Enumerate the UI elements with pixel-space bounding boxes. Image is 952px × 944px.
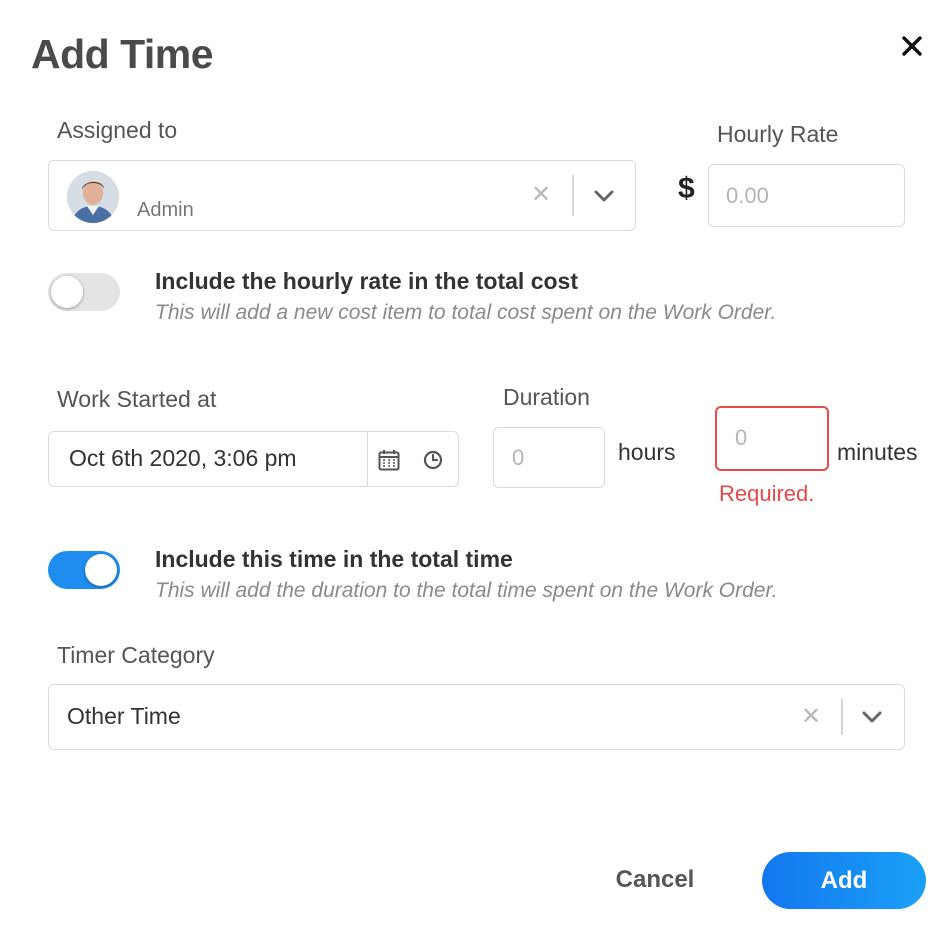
work-started-input[interactable]: Oct 6th 2020, 3:06 pm	[48, 431, 459, 487]
minutes-placeholder: 0	[735, 425, 748, 450]
avatar	[67, 171, 119, 223]
hours-input[interactable]: 0	[493, 427, 605, 488]
toggle-knob	[51, 276, 83, 308]
work-started-label: Work Started at	[57, 386, 217, 412]
include-time-toggle[interactable]	[48, 551, 120, 589]
toggle-knob	[85, 554, 117, 586]
minutes-unit: minutes	[837, 439, 918, 465]
clear-icon[interactable]: ✕	[801, 705, 821, 729]
chevron-down-icon[interactable]	[593, 189, 615, 203]
duration-label: Duration	[503, 384, 590, 410]
clock-icon[interactable]	[423, 450, 443, 470]
timer-category-value: Other Time	[67, 703, 181, 729]
assigned-to-select[interactable]: Admin ✕	[48, 160, 636, 231]
close-icon[interactable]	[896, 30, 928, 62]
include-rate-description: This will add a new cost item to total c…	[155, 301, 777, 324]
timer-category-label: Timer Category	[57, 642, 215, 668]
hourly-rate-placeholder: 0.00	[726, 183, 769, 208]
add-button[interactable]: Add	[762, 852, 926, 909]
dialog-title: Add Time	[31, 31, 214, 77]
add-time-dialog: Add Time Assigned to Admin ✕ Hourly Rate	[0, 0, 952, 944]
clear-icon[interactable]: ✕	[531, 183, 551, 207]
timer-category-select[interactable]: Other Time ✕	[48, 684, 905, 750]
assigned-value: Admin	[137, 199, 194, 221]
select-separator	[572, 175, 574, 216]
hours-placeholder: 0	[512, 445, 525, 470]
minutes-error: Required.	[719, 481, 815, 506]
cancel-button[interactable]: Cancel	[600, 860, 710, 900]
calendar-icon[interactable]	[378, 449, 400, 471]
include-rate-title: Include the hourly rate in the total cos…	[155, 268, 578, 294]
hourly-rate-input[interactable]: 0.00	[708, 164, 905, 227]
include-time-title: Include this time in the total time	[155, 546, 513, 572]
minutes-input[interactable]: 0	[715, 406, 829, 471]
hourly-rate-label: Hourly Rate	[717, 121, 839, 147]
include-time-description: This will add the duration to the total …	[155, 579, 778, 602]
currency-symbol: $	[678, 172, 695, 205]
assigned-to-label: Assigned to	[57, 117, 178, 143]
hours-unit: hours	[618, 439, 676, 465]
input-divider	[367, 432, 368, 486]
select-separator	[841, 699, 843, 735]
include-rate-toggle[interactable]	[48, 273, 120, 311]
chevron-down-icon[interactable]	[861, 710, 883, 724]
work-started-value: Oct 6th 2020, 3:06 pm	[69, 445, 297, 471]
